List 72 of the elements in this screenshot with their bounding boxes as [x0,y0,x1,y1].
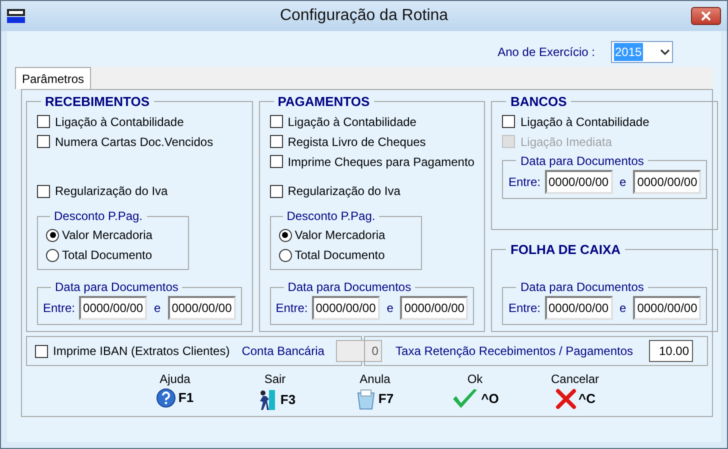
toolbar-button[interactable]: Ok ^O [444,370,506,412]
checkbox[interactable] [270,135,283,148]
close-icon [701,11,711,21]
checkbox[interactable] [502,115,516,128]
checkbox-label: Regista Livro de Cheques [288,134,426,150]
group-title: Desconto P.Pag. [286,208,376,225]
radio-label: Total Documento [62,247,152,264]
toolbar-button[interactable]: Anula F7 [344,370,406,412]
field-label: Ano de Exercício : [498,44,595,61]
chevron-down-icon [660,48,670,56]
tab[interactable]: Parâmetros [15,67,92,89]
date-field[interactable]: 0000/00/00 [544,296,612,320]
checkbox-label: Ligação Imediata [520,134,612,150]
group-title: Data para Documentos [519,152,645,170]
group-title: Data para Documentos [54,279,180,296]
trash-bin-icon [356,388,376,410]
date-field[interactable]: 0000/00/00 [312,296,380,320]
checkbox[interactable] [35,344,48,358]
checkbox[interactable] [270,184,283,198]
field-label: Entre: [276,300,308,317]
section-title: FOLHA DE CAIXA [509,241,622,259]
section-title: PAGAMENTOS [276,93,371,111]
radio-button[interactable] [278,228,292,242]
help-icon [156,388,176,408]
field-label: e [386,300,394,317]
field-label: Entre: [43,300,76,317]
radio-button[interactable] [46,248,59,262]
checkbox-label: Ligação à Contabilidade [288,114,416,130]
toolbar-button[interactable]: Ajuda F1 [144,370,206,412]
checkbox-label: Regularização do Iva [288,183,400,200]
checkbox-label: Ligação à Contabilidade [520,114,650,130]
checkmark-icon [451,388,480,410]
checkbox-label: Imprime Cheques para Pagamento [288,154,474,170]
section-title: RECEBIMENTOS [44,93,150,111]
field-label: Entre: [508,300,540,317]
date-field[interactable]: 0000/00/00 [544,170,612,194]
group-title: Desconto P.Pag. [53,208,144,225]
field-label: e [620,174,626,190]
radio-label: Valor Mercadoria [294,227,386,244]
checkbox[interactable] [270,115,283,128]
checkbox-label: Ligação à Contabilidade [55,114,184,130]
field-label: e [620,300,626,317]
checkbox-label: Imprime IBAN (Extratos Clientes) [53,343,230,360]
date-field[interactable]: 0000/00/00 [79,296,148,320]
field-label: Conta Bancária [242,343,324,360]
toolbar-button[interactable]: Cancelar ^C [544,370,606,412]
cross-icon [554,388,576,410]
checkbox[interactable] [37,115,50,128]
field-label: e [154,300,161,317]
date-field[interactable]: 0000/00/00 [168,296,236,320]
field-label: Taxa Retenção Recebimentos / Pagamentos [396,343,633,360]
radio-label: Total Documento [294,247,385,264]
group-title: Data para Documentos [519,279,645,296]
radio-label: Valor Mercadoria [62,227,152,244]
group-title: Data para Documentos [286,279,412,296]
radio-button[interactable] [278,248,292,262]
date-field[interactable]: 0000/00/00 [400,296,468,320]
rate-field[interactable]: 10.00 [649,340,693,362]
date-field[interactable]: 0000/00/00 [633,296,702,320]
app-icon [7,9,25,23]
toolbar-button[interactable]: Sair F3 [244,370,306,412]
checkbox[interactable] [37,135,50,148]
checkbox-label: Regularização do Iva [55,183,168,200]
checkbox-label: Numera Cartas Doc.Vencidos [55,134,214,150]
close-button[interactable] [691,7,721,25]
section-title: BANCOS [509,93,568,111]
date-field[interactable]: 0000/00/00 [633,170,702,194]
field-label: Entre: [508,174,540,190]
radio-button[interactable] [46,228,59,242]
checkbox[interactable] [37,184,50,198]
window-title: Configuração da Rotina [278,6,450,26]
checkbox[interactable] [270,155,283,168]
